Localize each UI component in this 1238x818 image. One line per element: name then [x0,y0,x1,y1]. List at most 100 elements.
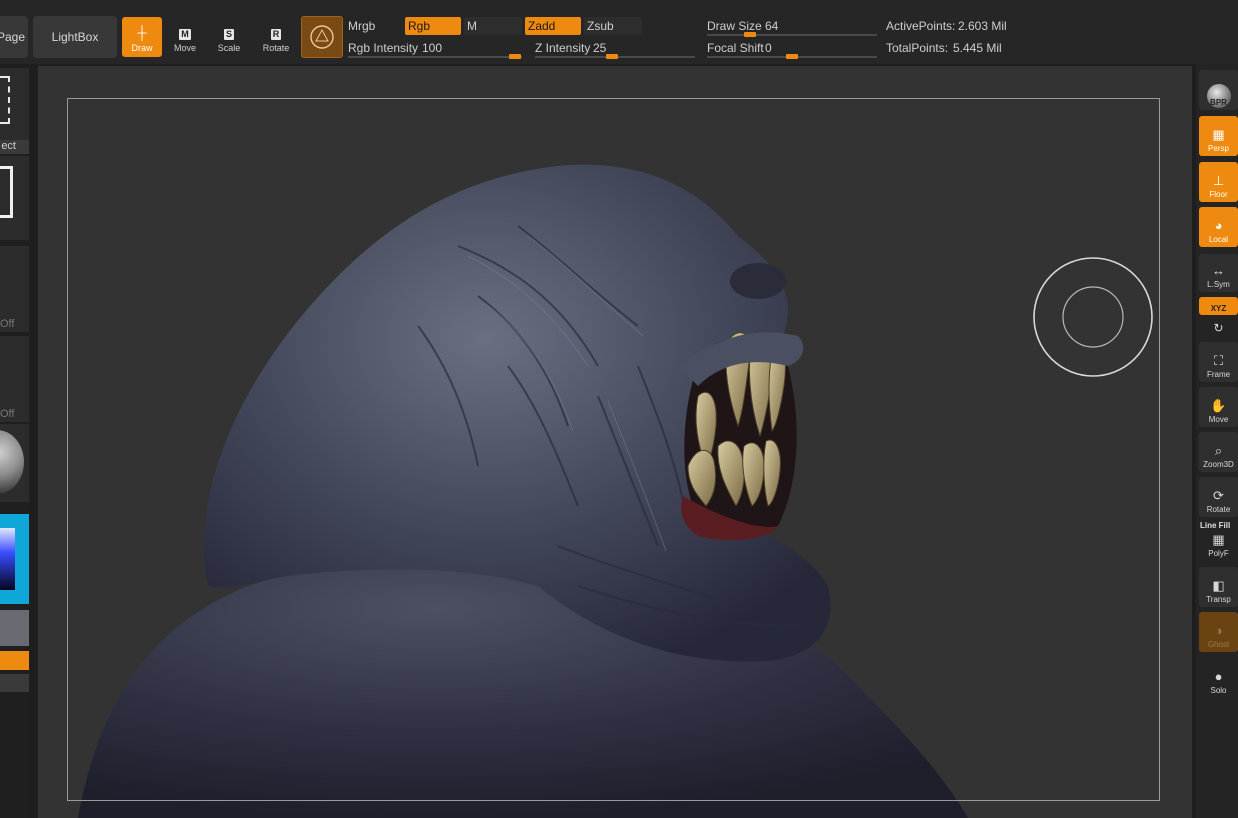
rotate-tool-label: Rotate [262,43,290,53]
transp-label: Transp [1206,595,1231,604]
focal-shift-label: Focal Shift [707,41,764,55]
symmetry-icon: ↔ [1212,263,1225,278]
polyf-button[interactable]: ▦ PolyF [1199,529,1238,561]
document-frame [67,98,1160,801]
lightbox-button[interactable]: LightBox [33,16,117,58]
zoom3d-label: Zoom3D [1203,460,1234,469]
draw-tool-label: Draw [131,43,153,53]
frame-button[interactable]: ⛶ Frame [1199,342,1238,382]
alpha-off-label: Off [0,408,15,420]
lightbox-button-label: LightBox [51,30,99,44]
total-points-value: 5.445 Mil [953,41,1002,55]
stroke-slot-button[interactable]: Off [0,246,29,332]
switch-color-button[interactable] [0,674,29,692]
document-canvas[interactable] [38,66,1192,818]
zadd-toggle[interactable]: Zadd [525,17,581,35]
focal-shift-handle[interactable] [786,54,798,59]
zbrush-window: Page LightBox ┼ Draw M Move S Scale R Ro… [0,0,1238,818]
main-color-swatch[interactable] [0,610,29,646]
rotate-axis-icon: ↻ [1213,321,1224,335]
move-tool-button[interactable]: M Move [165,17,205,57]
top-toolbar: Page LightBox ┼ Draw M Move S Scale R Ro… [0,0,1238,64]
material-slot-button[interactable] [0,424,29,502]
alpha-slot-button[interactable]: Off [0,336,29,422]
move-view-button[interactable]: ✋ Move [1199,387,1238,427]
brush-square-icon [0,166,13,218]
select-label-bar: ect [0,140,29,154]
rotate-view-label: Rotate [1206,505,1231,514]
z-intensity-handle[interactable] [606,54,618,59]
lsym-button[interactable]: ↔ L.Sym [1199,254,1238,292]
xyz-button[interactable]: XYZ [1199,297,1238,315]
rotate-tool-icon: R [270,29,282,40]
material-preview-icon [0,430,24,494]
color-picker[interactable] [0,514,29,604]
rgb-intensity-track[interactable] [348,56,522,58]
rotate-tool-button[interactable]: R Rotate [256,17,296,57]
rgb-intensity-handle[interactable] [509,54,521,59]
rotate-view-button[interactable]: ⟳ Rotate [1199,477,1238,517]
solo-button[interactable]: ● Solo [1199,658,1238,698]
floor-label: Floor [1209,190,1228,199]
persp-button[interactable]: ▦ Persp [1199,116,1238,156]
z-intensity-label: Z Intensity [535,41,591,55]
ghost-button[interactable]: ◑ Ghost [1199,612,1238,652]
select-rect-button[interactable] [0,68,29,142]
zadd-toggle-label: Zadd [528,19,556,33]
rotate-icon: ⟳ [1213,488,1224,503]
ghost-label: Ghost [1207,640,1230,649]
floor-icon: ⊥ [1212,173,1225,188]
right-shelf: BPR ▦ Persp ⊥ Floor ◕ Local ↔ L.Sym XYZ … [1196,64,1238,818]
move-tool-label: Move [173,43,196,53]
rgb-intensity-label: Rgb Intensity [348,41,419,55]
page-button-label: Page [0,30,26,44]
move-icon: M [179,29,191,40]
transp-button[interactable]: ◧ Transp [1199,567,1238,607]
active-points-value: 2.603 Mil [958,19,1007,33]
frame-icon: ⛶ [1213,353,1224,368]
local-label: Local [1208,235,1229,244]
transparency-icon: ◧ [1212,578,1225,593]
xyz-label: XYZ [1210,304,1227,313]
total-points-label: TotalPoints: [886,41,949,55]
draw-crosshair-icon: ┼ [137,25,147,40]
rgb-intensity-value: 100 [422,41,443,55]
zoom3d-button[interactable]: ⌕ Zoom3D [1199,432,1238,472]
persp-label: Persp [1208,144,1229,153]
scale-tool-button[interactable]: S Scale [209,17,249,57]
material-sphere-icon [310,25,334,49]
local-icon: ◕ [1214,218,1223,233]
stroke-off-label: Off [0,318,15,330]
page-button[interactable]: Page [0,16,28,58]
secondary-color-toggle[interactable] [0,651,29,670]
draw-size-label: Draw Size [707,19,762,33]
material-button[interactable] [301,16,343,58]
left-shelf: ect Off Off [0,64,30,818]
zsub-toggle-label: Zsub [587,19,614,33]
mrgb-toggle[interactable]: Mrgb [348,19,375,33]
polyf-label: PolyF [1208,549,1229,558]
rgb-toggle-label: Rgb [408,19,431,33]
navigation-gizmo-icon[interactable] [1031,255,1155,379]
select-rect-icon [0,76,10,124]
floor-button[interactable]: ⊥ Floor [1199,162,1238,202]
solo-label: Solo [1210,686,1227,695]
draw-size-track[interactable] [707,34,877,36]
brush-slot-button[interactable] [0,156,29,240]
rgb-toggle[interactable]: Rgb [405,17,461,35]
local-button[interactable]: ◕ Local [1199,207,1238,247]
m-toggle[interactable]: M [464,17,522,35]
lsym-label: L.Sym [1207,280,1230,289]
select-label: ect [1,140,16,152]
hand-icon: ✋ [1210,398,1227,413]
draw-size-handle[interactable] [744,32,756,37]
ghost-icon: ◑ [1214,623,1223,638]
rotation-axis-button[interactable]: ↻ [1199,318,1238,338]
focal-shift-value: 0 [765,41,772,55]
grid-perspective-icon: ▦ [1212,127,1225,142]
draw-tool-button[interactable]: ┼ Draw [122,17,162,57]
frame-label: Frame [1206,370,1231,379]
bpr-button[interactable]: BPR [1199,70,1238,110]
scale-icon: S [223,29,234,40]
zsub-toggle[interactable]: Zsub [584,17,642,35]
